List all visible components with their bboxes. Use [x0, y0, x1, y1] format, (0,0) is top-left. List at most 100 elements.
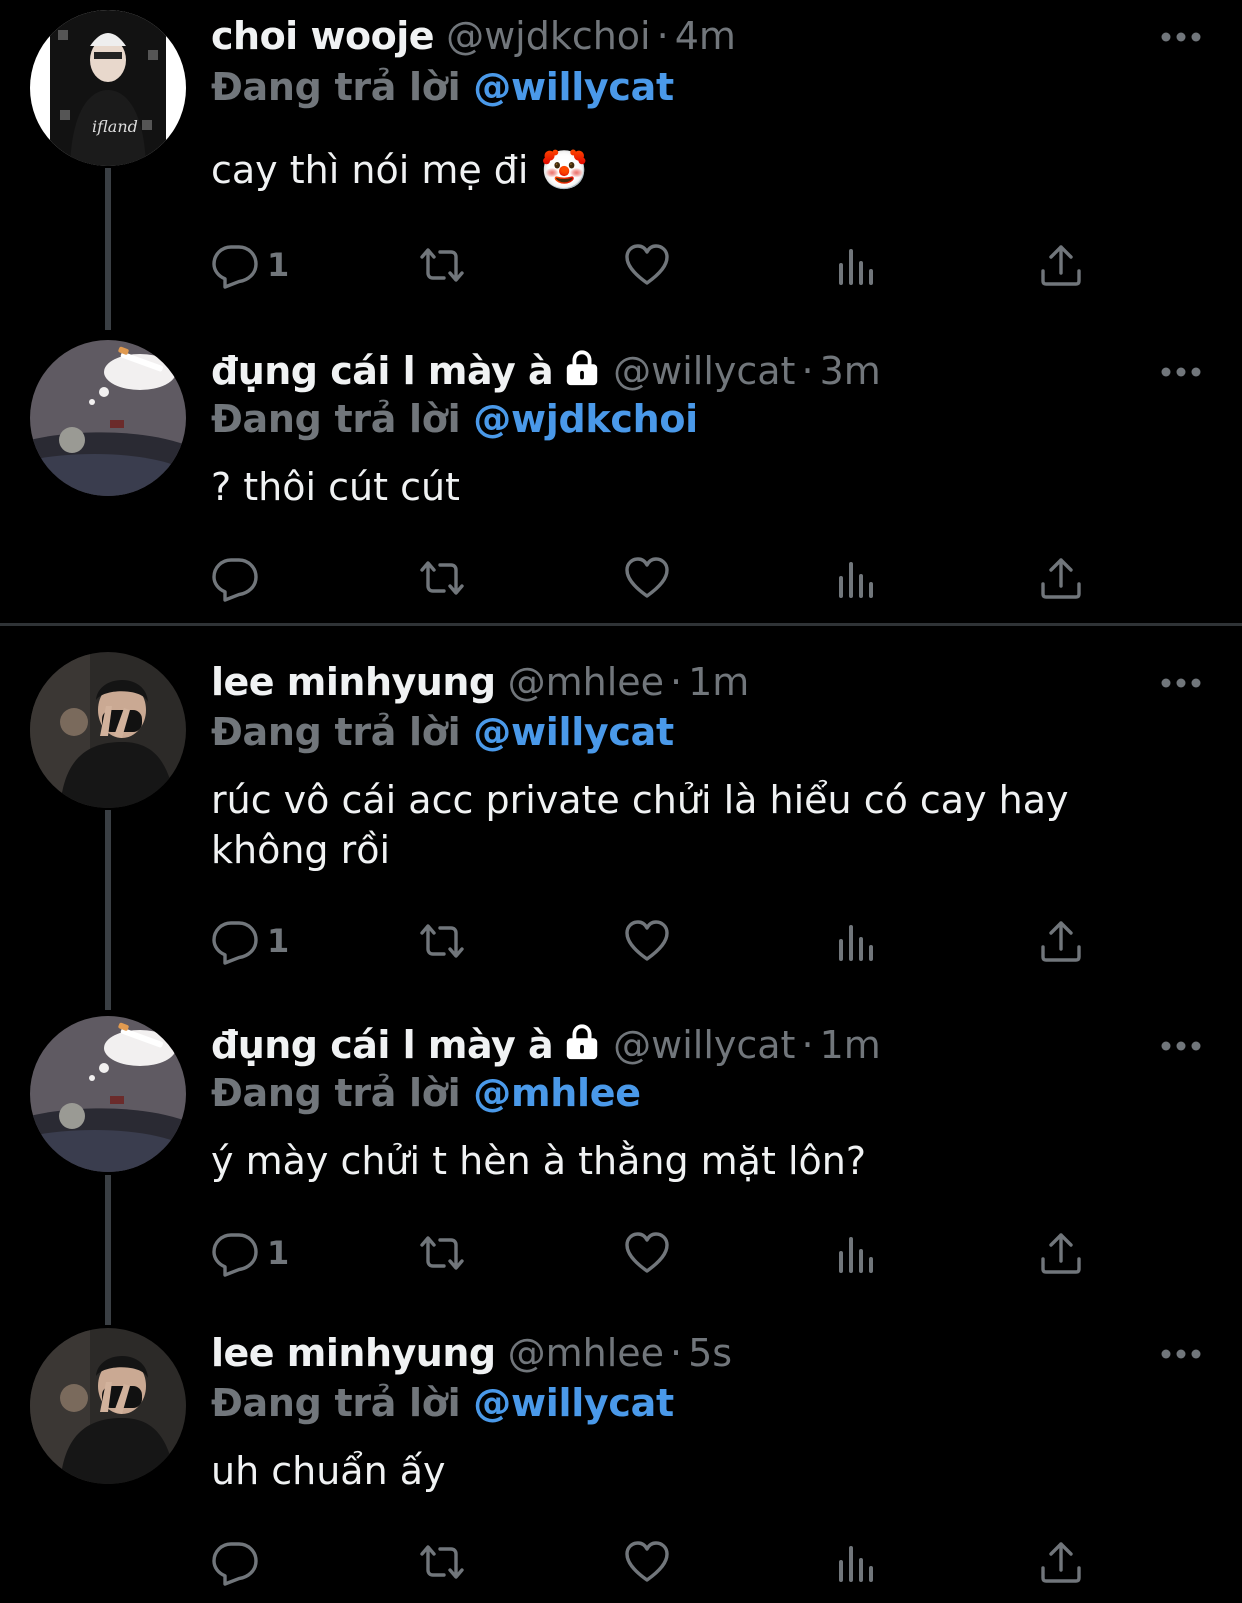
display-name[interactable]: lee minhyung [211, 660, 496, 704]
retweet-button[interactable] [414, 916, 470, 966]
avatar[interactable] [30, 10, 186, 166]
like-icon [623, 554, 671, 602]
more-icon[interactable] [1160, 364, 1202, 378]
replying-to: Đang trả lời @mhlee [211, 1068, 641, 1118]
share-button[interactable] [1037, 240, 1085, 290]
avatar[interactable] [30, 652, 186, 808]
replying-to: Đang trả lời @wjdkchoi [211, 394, 698, 444]
share-button[interactable] [1037, 553, 1085, 603]
tweet-actions: 1 [211, 240, 1111, 290]
like-icon [623, 1229, 671, 1277]
like-button[interactable] [623, 1537, 671, 1587]
like-button[interactable] [623, 553, 671, 603]
like-button[interactable] [623, 916, 671, 966]
replying-to: Đang trả lời @willycat [211, 62, 674, 112]
thread-divider [0, 623, 1242, 626]
thread-connector-line [105, 810, 111, 1010]
avatar-image [30, 1016, 186, 1172]
user-handle[interactable]: @willycat [613, 349, 795, 393]
avatar[interactable] [30, 340, 186, 496]
user-handle[interactable]: @mhlee [508, 1331, 664, 1375]
avatar[interactable] [30, 1016, 186, 1172]
separator-dot: · [670, 660, 683, 704]
timestamp[interactable]: 1m [688, 660, 749, 704]
avatar-image [30, 652, 186, 808]
lock-icon [563, 347, 601, 401]
replying-to-handle[interactable]: @wjdkchoi [473, 397, 698, 441]
display-name[interactable]: đụng cái l mày à [211, 349, 554, 393]
replying-to: Đang trả lời @willycat [211, 707, 674, 757]
views-icon [833, 241, 881, 289]
thread-connector-line [105, 168, 111, 330]
retweet-icon [414, 554, 470, 602]
avatar[interactable] [30, 1328, 186, 1484]
avatar-image [30, 1328, 186, 1484]
timestamp[interactable]: 5s [688, 1331, 732, 1375]
avatar-image [30, 10, 186, 166]
reply-button[interactable]: 1 [211, 916, 289, 966]
replying-to-handle[interactable]: @willycat [473, 710, 674, 754]
reply-count: 1 [267, 922, 290, 960]
more-icon[interactable] [1160, 675, 1202, 689]
share-button[interactable] [1037, 916, 1085, 966]
tweet-actions [211, 1537, 1111, 1587]
more-icon[interactable] [1160, 1038, 1202, 1052]
reply-button[interactable]: 1 [211, 240, 289, 290]
thread-connector-line [105, 1175, 111, 1325]
retweet-button[interactable] [414, 1228, 470, 1278]
separator-dot: · [801, 1023, 814, 1067]
tweet-text: ? thôi cút cút [211, 465, 460, 509]
reply-button[interactable]: 1 [211, 1228, 289, 1278]
replying-to-handle[interactable]: @mhlee [473, 1071, 641, 1115]
retweet-button[interactable] [414, 240, 470, 290]
like-button[interactable] [623, 240, 671, 290]
timestamp[interactable]: 1m [820, 1023, 881, 1067]
replying-to-handle[interactable]: @willycat [473, 65, 674, 109]
tweet-actions: 1 [211, 916, 1111, 966]
tweet-header: đụng cái l mày à @willycat · 1m [211, 1018, 881, 1072]
display-name[interactable]: lee minhyung [211, 1331, 496, 1375]
views-button[interactable] [833, 553, 881, 603]
like-icon [623, 917, 671, 965]
display-name[interactable]: đụng cái l mày à [211, 1023, 554, 1067]
reply-count: 1 [267, 246, 290, 284]
display-name[interactable]: choi wooje [211, 14, 435, 58]
more-icon[interactable] [1160, 29, 1202, 43]
views-icon [833, 1538, 881, 1586]
tweet-header: đụng cái l mày à @willycat · 3m [211, 344, 881, 398]
lock-icon [563, 1021, 601, 1075]
views-button[interactable] [833, 240, 881, 290]
retweet-button[interactable] [414, 1537, 470, 1587]
more-icon-graphic [1160, 1039, 1202, 1053]
share-icon [1037, 917, 1085, 965]
more-icon-graphic [1160, 30, 1202, 44]
reply-button[interactable] [211, 553, 259, 603]
retweet-icon [414, 1229, 470, 1277]
replying-to-handle[interactable]: @willycat [473, 1381, 674, 1425]
user-handle[interactable]: @willycat [613, 1023, 795, 1067]
more-icon[interactable] [1160, 1346, 1202, 1360]
timestamp[interactable]: 3m [820, 349, 881, 393]
views-button[interactable] [833, 1228, 881, 1278]
tweet-text: uh chuẩn ấy [211, 1449, 446, 1493]
more-icon-graphic [1160, 365, 1202, 379]
timestamp[interactable]: 4m [675, 14, 736, 58]
more-icon-graphic [1160, 1347, 1202, 1361]
user-handle[interactable]: @wjdkchoi [446, 14, 651, 58]
share-icon [1037, 241, 1085, 289]
reply-icon [211, 917, 259, 965]
separator-dot: · [656, 14, 669, 58]
views-button[interactable] [833, 916, 881, 966]
tweet-text: cay thì nói mẹ đi 🤡 [211, 148, 588, 192]
retweet-button[interactable] [414, 553, 470, 603]
retweet-icon [414, 241, 470, 289]
like-button[interactable] [623, 1228, 671, 1278]
share-button[interactable] [1037, 1228, 1085, 1278]
replying-to-label: Đang trả lời [211, 65, 461, 109]
reply-button[interactable] [211, 1537, 259, 1587]
retweet-icon [414, 917, 470, 965]
share-button[interactable] [1037, 1537, 1085, 1587]
separator-dot: · [670, 1331, 683, 1375]
user-handle[interactable]: @mhlee [508, 660, 664, 704]
views-button[interactable] [833, 1537, 881, 1587]
